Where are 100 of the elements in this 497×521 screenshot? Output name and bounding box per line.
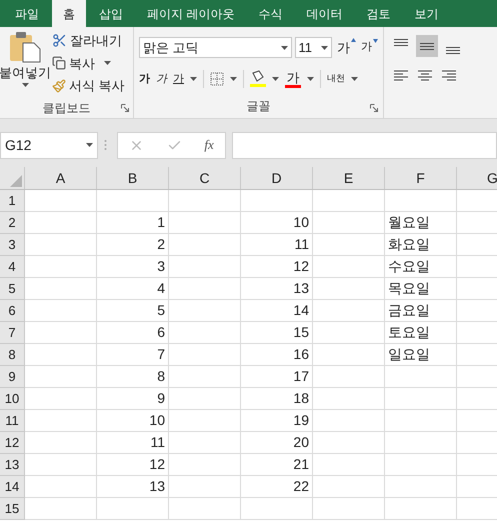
font-color-button[interactable]: 가 [285, 70, 301, 88]
table-cell[interactable] [313, 234, 385, 256]
table-cell[interactable] [385, 432, 457, 454]
row-header[interactable]: 4 [0, 256, 25, 278]
table-cell[interactable]: 13 [97, 476, 169, 498]
table-cell[interactable]: 20 [241, 432, 313, 454]
table-cell[interactable]: 7 [97, 344, 169, 366]
vertical-align-button[interactable] [416, 35, 438, 57]
column-header[interactable]: C [169, 167, 241, 189]
table-cell[interactable] [313, 300, 385, 322]
table-cell[interactable] [169, 322, 241, 344]
ribbon-tab[interactable]: 삽입 [88, 0, 134, 27]
row-header[interactable]: 15 [0, 498, 25, 520]
table-cell[interactable] [169, 388, 241, 410]
formula-input[interactable] [232, 132, 497, 158]
table-cell[interactable]: 8 [97, 366, 169, 388]
align-right-icon[interactable] [441, 69, 457, 83]
table-cell[interactable] [169, 432, 241, 454]
table-cell[interactable] [169, 234, 241, 256]
table-cell[interactable] [313, 388, 385, 410]
name-box[interactable]: G12 [0, 132, 98, 158]
align-left-icon[interactable] [393, 69, 409, 83]
column-header[interactable]: A [25, 167, 97, 189]
row-header[interactable]: 12 [0, 432, 25, 454]
align-center-icon[interactable] [417, 69, 433, 83]
table-cell[interactable] [313, 410, 385, 432]
table-cell[interactable] [241, 498, 313, 520]
table-cell[interactable]: 3 [97, 256, 169, 278]
table-cell[interactable]: 11 [97, 432, 169, 454]
ribbon-tab[interactable]: 페이지 레이아웃 [136, 0, 246, 27]
row-header[interactable]: 10 [0, 388, 25, 410]
ribbon-tab[interactable]: 수식 [247, 0, 294, 27]
table-cell[interactable] [25, 278, 97, 300]
table-cell[interactable] [25, 366, 97, 388]
table-cell[interactable] [385, 388, 457, 410]
table-cell[interactable] [25, 388, 97, 410]
table-cell[interactable] [313, 344, 385, 366]
ribbon-tab[interactable]: 검토 [355, 0, 402, 27]
cut-button[interactable]: 잘라내기 [52, 31, 125, 50]
table-cell[interactable] [25, 498, 97, 520]
dialog-launcher-icon[interactable] [370, 104, 378, 112]
table-cell[interactable] [313, 256, 385, 278]
format-painter-button[interactable]: 서식 복사 [52, 76, 125, 96]
copy-button[interactable]: 복사 [52, 54, 125, 73]
column-header[interactable]: D [241, 167, 313, 189]
table-cell[interactable] [25, 454, 97, 476]
table-cell[interactable] [241, 190, 313, 212]
font-size-field[interactable]: 11 [294, 37, 332, 58]
table-cell[interactable] [25, 190, 97, 212]
table-cell[interactable] [385, 190, 457, 212]
table-cell[interactable] [313, 278, 385, 300]
table-cell[interactable] [169, 278, 241, 300]
table-cell[interactable]: 6 [97, 322, 169, 344]
table-cell[interactable] [169, 344, 241, 366]
table-cell[interactable] [313, 190, 385, 212]
table-cell[interactable]: 4 [97, 278, 169, 300]
row-header[interactable]: 5 [0, 278, 25, 300]
table-cell[interactable] [169, 256, 241, 278]
grow-font-button[interactable]: 가 [335, 38, 356, 58]
table-cell[interactable]: 13 [241, 278, 313, 300]
table-cell[interactable]: 1 [97, 212, 169, 234]
table-cell[interactable] [169, 476, 241, 498]
table-cell[interactable]: 21 [241, 454, 313, 476]
ribbon-tab[interactable]: 데이터 [295, 0, 354, 27]
row-header[interactable]: 3 [0, 234, 25, 256]
table-cell[interactable]: 5 [97, 300, 169, 322]
row-header[interactable]: 1 [0, 190, 25, 212]
table-cell[interactable] [385, 366, 457, 388]
table-cell[interactable] [169, 366, 241, 388]
table-cell[interactable]: 18 [241, 388, 313, 410]
table-cell[interactable]: 17 [241, 366, 313, 388]
table-cell[interactable]: 일요일 [385, 344, 457, 366]
table-cell[interactable] [313, 476, 385, 498]
row-header[interactable]: 14 [0, 476, 25, 498]
fill-color-icon[interactable] [250, 70, 266, 88]
table-cell[interactable]: 토요일 [385, 322, 457, 344]
row-header[interactable]: 2 [0, 212, 25, 234]
table-cell[interactable] [313, 366, 385, 388]
border-icon[interactable] [210, 72, 224, 86]
table-cell[interactable] [313, 432, 385, 454]
table-cell[interactable] [385, 410, 457, 432]
table-cell[interactable] [25, 256, 97, 278]
row-header[interactable]: 9 [0, 366, 25, 388]
table-cell[interactable] [313, 454, 385, 476]
table-cell[interactable]: 월요일 [385, 212, 457, 234]
column-header[interactable]: F [385, 167, 457, 189]
table-cell[interactable]: 12 [241, 256, 313, 278]
table-cell[interactable] [169, 454, 241, 476]
table-cell[interactable] [385, 476, 457, 498]
table-cell[interactable] [313, 498, 385, 520]
font-name-field[interactable]: 맑은 고딕 [139, 37, 292, 58]
table-cell[interactable]: 14 [241, 300, 313, 322]
table-cell[interactable] [385, 454, 457, 476]
shrink-font-button[interactable]: 가 [359, 39, 378, 56]
ribbon-tab[interactable]: 홈 [52, 0, 86, 27]
table-cell[interactable] [169, 300, 241, 322]
table-cell[interactable] [169, 212, 241, 234]
ribbon-tab[interactable]: 파일 [4, 0, 50, 27]
row-header[interactable]: 13 [0, 454, 25, 476]
table-cell[interactable] [169, 498, 241, 520]
